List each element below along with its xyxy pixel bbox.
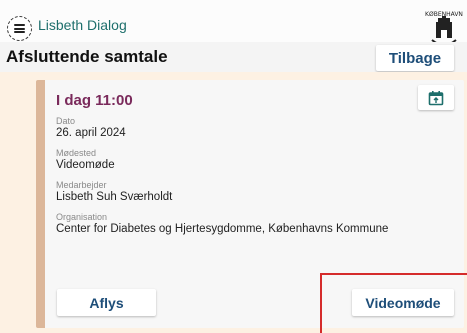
date-label: Dato xyxy=(56,116,76,126)
date-value: 26. april 2024 xyxy=(56,127,126,139)
employee-value: Lisbeth Suh Sværholdt xyxy=(56,191,173,203)
app-title: Lisbeth Dialog xyxy=(38,17,127,33)
app-frame: Lisbeth Dialog KØBENHAVN KOMMUNE Afslutt… xyxy=(0,0,467,333)
calendar-export-button[interactable] xyxy=(418,85,454,110)
page-title: Afsluttende samtale xyxy=(6,47,168,66)
highlight-box xyxy=(320,273,467,333)
menu-button[interactable] xyxy=(7,16,32,41)
cancel-button[interactable]: Aflys xyxy=(57,289,156,316)
hamburger-menu-icon xyxy=(14,24,25,33)
back-button[interactable]: Tilbage xyxy=(376,45,454,71)
employee-label: Medarbejder xyxy=(56,180,107,190)
location-value: Videomøde xyxy=(56,159,115,171)
appointment-time: I dag 11:00 xyxy=(56,92,133,109)
location-label: Mødested xyxy=(56,148,97,158)
organisation-value: Center for Diabetes og Hjertesygdomme, K… xyxy=(56,223,389,235)
calendar-export-icon xyxy=(428,90,444,105)
organisation-label: Organisation xyxy=(56,212,108,222)
